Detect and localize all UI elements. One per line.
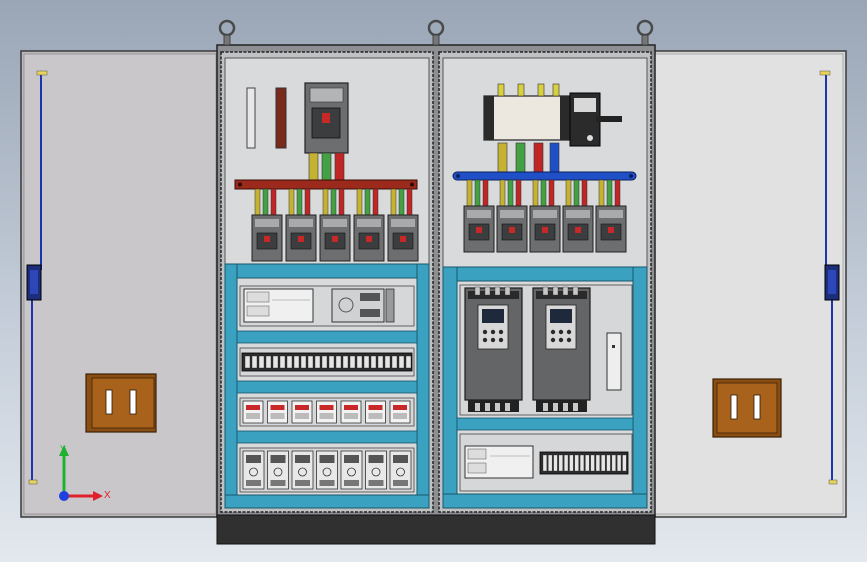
terminal-left-5 <box>272 355 279 369</box>
terminal-left-22 <box>391 355 398 369</box>
terminal-right-14 <box>611 454 616 472</box>
relay-1 <box>242 400 264 424</box>
axis-x-label: X <box>104 490 111 501</box>
relay-6 <box>365 400 386 424</box>
terminal-left-8 <box>293 355 300 369</box>
vfd-drive-1 <box>464 286 523 412</box>
terminal-left-3 <box>258 355 265 369</box>
terminal-left-17 <box>356 355 363 369</box>
busbar-right <box>452 171 637 181</box>
contactor-6 <box>365 450 387 490</box>
terminal-right-15 <box>617 454 622 472</box>
relay-3 <box>291 400 313 424</box>
contactor-row-left <box>239 447 415 493</box>
phase-leads-left <box>308 152 345 181</box>
electrical-cabinet-drawing: Y X <box>20 19 847 545</box>
terminal-left-12 <box>321 355 328 369</box>
relay-2 <box>267 400 288 424</box>
terminal-right-8 <box>579 454 585 472</box>
vfd-drive-2 <box>532 286 591 412</box>
terminal-right-2 <box>548 454 553 472</box>
terminal-right-6 <box>569 454 574 472</box>
terminal-left-11 <box>314 355 321 369</box>
terminal-right-1 <box>542 454 547 472</box>
terminal-left-24 <box>405 355 412 369</box>
axis-y-label: Y <box>60 444 66 454</box>
terminal-left-14 <box>335 355 342 369</box>
terminal-strip-left <box>239 347 415 377</box>
terminal-left-16 <box>349 355 356 369</box>
main-breaker-left <box>304 82 349 154</box>
contactor-7 <box>389 450 412 490</box>
busbar-left <box>234 179 418 190</box>
contactor-2 <box>267 450 289 490</box>
plc-module-left <box>243 288 314 323</box>
terminal-left-6 <box>279 355 286 369</box>
terminal-left-18 <box>363 355 370 369</box>
relay-4 <box>316 400 337 424</box>
terminal-left-1 <box>244 355 251 369</box>
relay-row-left <box>239 397 415 427</box>
relay-5 <box>340 400 362 424</box>
terminal-left-2 <box>251 355 258 369</box>
door-lock-left[interactable] <box>85 373 157 433</box>
right-door <box>651 50 847 518</box>
terminal-left-10 <box>307 355 314 369</box>
right-lower-section <box>442 266 648 509</box>
left-door <box>20 50 220 518</box>
terminal-right-3 <box>553 454 558 472</box>
terminal-right-16 <box>622 454 627 472</box>
door-lock-right[interactable] <box>712 378 782 438</box>
contactor-1 <box>242 450 265 490</box>
contactor-4 <box>316 450 338 490</box>
terminal-right-9 <box>585 454 590 472</box>
terminal-right-12 <box>601 454 606 472</box>
door-handle-right[interactable] <box>824 264 840 301</box>
contactor-5 <box>340 450 363 490</box>
terminal-right-5 <box>564 454 569 472</box>
terminal-left-15 <box>342 355 349 369</box>
terminal-left-7 <box>286 355 293 369</box>
terminal-left-4 <box>265 355 272 369</box>
terminal-left-9 <box>300 355 307 369</box>
left-lower-section <box>224 263 430 509</box>
terminal-right-10 <box>590 454 595 472</box>
terminal-left-21 <box>384 355 391 369</box>
terminal-left-13 <box>328 355 335 369</box>
plc-module-right <box>464 445 534 479</box>
terminal-right-7 <box>574 454 579 472</box>
terminal-right-13 <box>606 454 611 472</box>
terminal-right-11 <box>595 454 600 472</box>
terminal-left-20 <box>377 355 384 369</box>
side-module <box>606 332 622 391</box>
terminal-strip-right <box>539 451 629 475</box>
contactor-3 <box>291 450 314 490</box>
terminal-left-23 <box>398 355 405 369</box>
relay-7 <box>389 400 411 424</box>
terminal-left-19 <box>370 355 377 369</box>
lifting-eyes <box>218 19 654 46</box>
door-handle-left[interactable] <box>26 264 42 301</box>
terminal-right-4 <box>558 454 563 472</box>
